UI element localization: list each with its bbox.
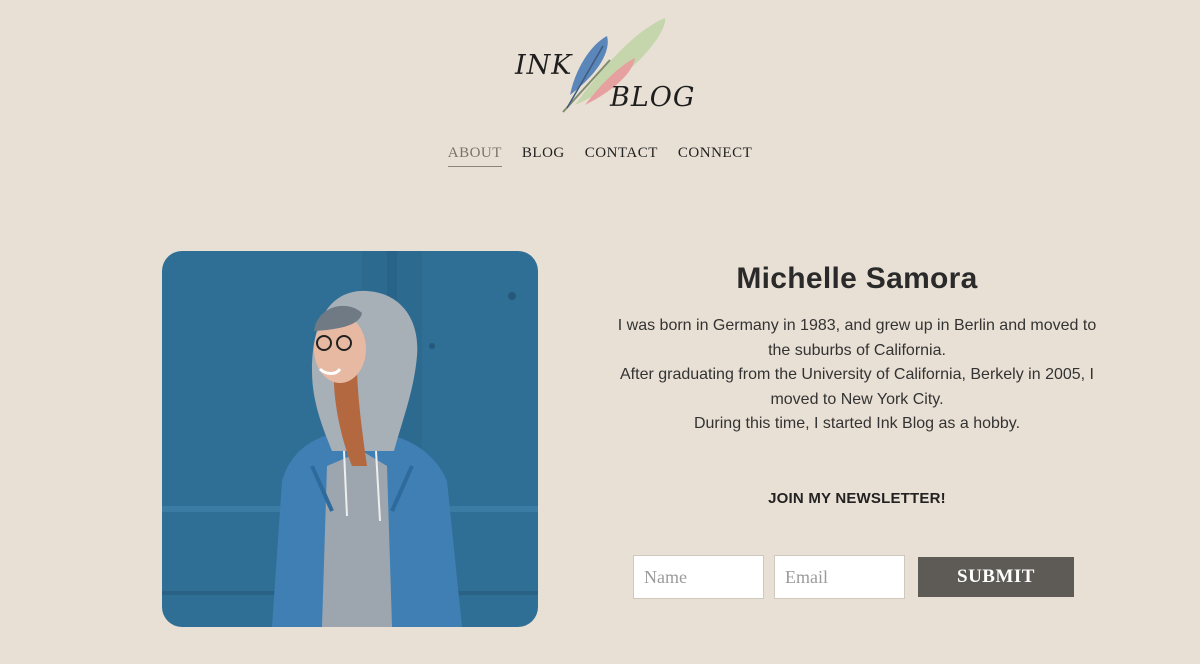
submit-button[interactable]: SUBMIT [918, 557, 1074, 597]
main-nav: ABOUT BLOG CONTACT CONNECT [0, 145, 1200, 167]
newsletter-title: JOIN MY NEWSLETTER! [768, 490, 946, 507]
logo-word-ink: INK [515, 50, 573, 81]
logo-word-blog: BLOG [610, 82, 696, 113]
profile-photo [162, 251, 538, 627]
nav-item-connect[interactable]: CONNECT [678, 145, 752, 167]
site-logo[interactable]: INK BLOG [505, 10, 695, 120]
bio-line: During this time, I started Ink Blog as … [693, 415, 1021, 432]
profile-name: Michelle Samora [736, 262, 978, 295]
bio-line: After graduating from the University of … [620, 366, 1094, 408]
email-field[interactable] [774, 555, 905, 599]
name-field[interactable] [633, 555, 764, 599]
nav-item-blog[interactable]: BLOG [522, 145, 565, 167]
bio-text: I was born in Germany in 1983, and grew … [612, 314, 1102, 437]
newsletter-form: SUBMIT [633, 555, 1074, 599]
bio-section: Michelle Samora I was born in Germany in… [612, 262, 1102, 437]
nav-item-about[interactable]: ABOUT [447, 145, 502, 167]
nav-item-contact[interactable]: CONTACT [585, 145, 658, 167]
bio-line: I was born in Germany in 1983, and grew … [617, 317, 1097, 359]
